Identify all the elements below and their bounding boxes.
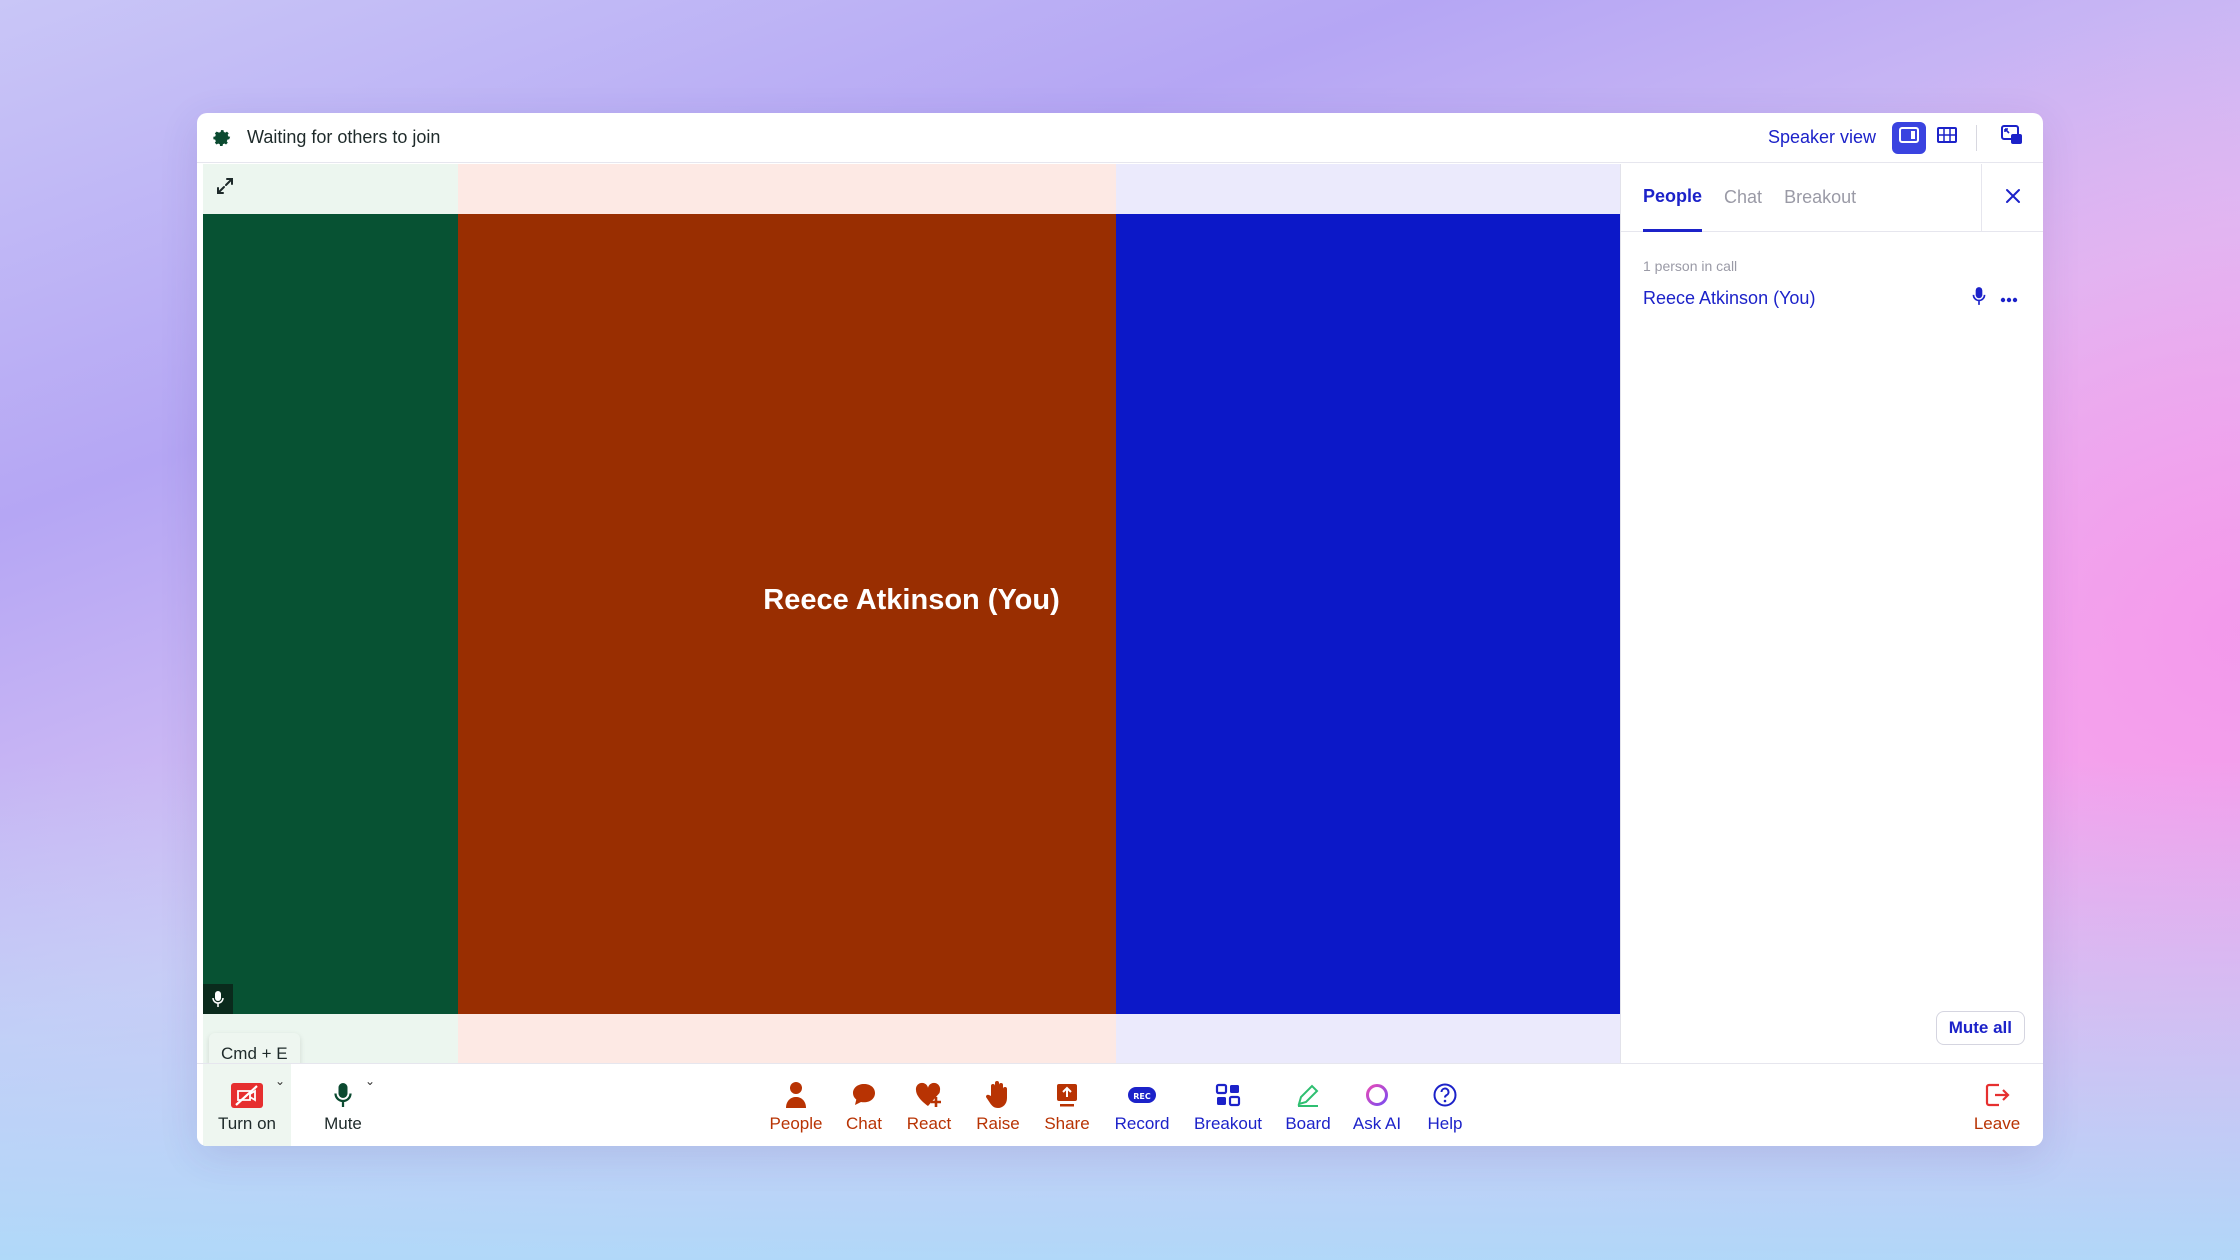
control-bar: Turn on ⌄ Mute ⌄ People Chat React Raise…	[197, 1063, 2043, 1146]
call-status-text: Waiting for others to join	[247, 127, 441, 147]
gear-icon[interactable]	[211, 127, 233, 149]
speaker-view-icon	[1899, 127, 1919, 148]
mute-button-label: Mute	[324, 1113, 362, 1133]
audio-options-chevron-icon[interactable]: ⌄	[365, 1074, 375, 1088]
record-button-label: Record	[1114, 1113, 1170, 1133]
rec-icon: REC	[1125, 1078, 1159, 1112]
share-screen-icon	[1050, 1078, 1084, 1112]
share-button-label: Share	[1044, 1113, 1090, 1133]
chat-button[interactable]: Chat	[837, 1064, 891, 1146]
tab-people[interactable]: People	[1643, 164, 1703, 232]
top-bar: Waiting for others to join Speaker view	[197, 113, 2043, 163]
mute-all-button[interactable]: Mute all	[1935, 1011, 2025, 1045]
ask-ai-button-label: Ask AI	[1352, 1113, 1402, 1133]
picture-in-picture-icon	[2000, 124, 2024, 151]
tab-chat[interactable]: Chat	[1724, 164, 1762, 232]
ask-ai-button[interactable]: Ask AI	[1345, 1064, 1409, 1146]
video-stage: Reece Atkinson (You) Cmd + E	[203, 164, 1620, 1075]
people-button[interactable]: People	[765, 1064, 827, 1146]
grid-view-icon	[1937, 127, 1957, 148]
react-button[interactable]: React	[898, 1064, 960, 1146]
help-button-label: Help	[1427, 1113, 1463, 1133]
list-item[interactable]: Reece Atkinson (You)	[1643, 286, 2018, 311]
person-icon	[779, 1078, 813, 1112]
chat-button-label: Chat	[846, 1113, 882, 1133]
participant-count: 1 person in call	[1643, 258, 1738, 274]
close-panel-button[interactable]	[1981, 164, 2043, 232]
chat-bubble-icon	[847, 1078, 881, 1112]
board-button[interactable]: Board	[1279, 1064, 1337, 1146]
microphone-icon	[326, 1078, 360, 1112]
view-controls: Speaker view	[1767, 121, 2029, 154]
camera-button[interactable]: Turn on ⌄	[203, 1064, 291, 1146]
help-icon	[1428, 1078, 1462, 1112]
ai-ring-icon	[1360, 1078, 1394, 1112]
camera-options-chevron-icon[interactable]: ⌄	[275, 1074, 285, 1088]
breakout-button-label: Breakout	[1193, 1113, 1263, 1133]
help-button[interactable]: Help	[1417, 1064, 1473, 1146]
call-window: Waiting for others to join Speaker view	[197, 113, 2043, 1146]
camera-button-label: Turn on	[218, 1113, 276, 1133]
more-options-icon[interactable]	[2000, 290, 2018, 308]
leave-icon	[1980, 1078, 2014, 1112]
tile-mic-icon	[203, 984, 233, 1014]
raise-hand-button[interactable]: Raise	[968, 1064, 1028, 1146]
breakout-button[interactable]: Breakout	[1187, 1064, 1269, 1146]
panel-tabs: People Chat Breakout	[1621, 164, 2043, 232]
raise-hand-icon	[981, 1078, 1015, 1112]
pencil-board-icon	[1291, 1078, 1325, 1112]
toolbar-divider	[1976, 124, 1977, 151]
leave-button[interactable]: Leave	[1967, 1064, 2027, 1146]
close-icon	[2004, 187, 2022, 210]
view-mode-label: Speaker view	[1767, 127, 1876, 147]
rec-badge-text: REC	[1133, 1092, 1151, 1101]
participant-name: Reece Atkinson (You)	[1643, 288, 1816, 308]
breakout-grid-icon	[1211, 1078, 1245, 1112]
leave-button-label: Leave	[1973, 1113, 2021, 1133]
board-button-label: Board	[1285, 1113, 1331, 1133]
share-button[interactable]: Share	[1036, 1064, 1098, 1146]
microphone-icon[interactable]	[1972, 286, 1986, 311]
grid-view-button[interactable]	[1930, 122, 1964, 154]
picture-in-picture-button[interactable]	[1995, 122, 2029, 154]
people-panel: People Chat Breakout 1 person in call Re…	[1620, 164, 2043, 1063]
speaker-view-button[interactable]	[1892, 121, 1926, 154]
camera-off-icon	[230, 1078, 264, 1112]
heart-plus-icon	[912, 1078, 946, 1112]
people-button-label: People	[769, 1113, 823, 1133]
mute-button[interactable]: Mute ⌄	[303, 1064, 383, 1146]
participant-actions	[1972, 286, 2018, 311]
expand-icon[interactable]	[213, 174, 237, 198]
react-button-label: React	[906, 1113, 952, 1133]
participant-name-overlay: Reece Atkinson (You)	[763, 584, 1060, 616]
raise-hand-button-label: Raise	[976, 1113, 1020, 1133]
tab-breakout[interactable]: Breakout	[1784, 164, 1856, 232]
record-button[interactable]: REC Record	[1107, 1064, 1177, 1146]
